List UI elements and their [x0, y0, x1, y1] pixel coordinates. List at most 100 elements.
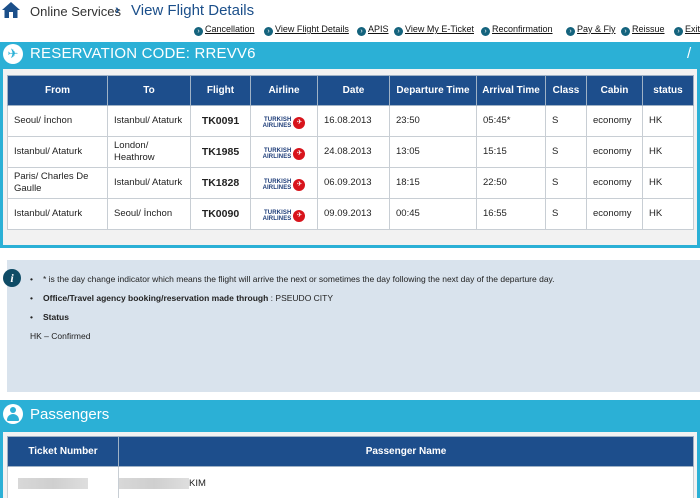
- to-cell: Seoul/ İnchon: [107, 198, 191, 230]
- turkish-airlines-logo: TURKISH AIRLINES ✈: [263, 117, 306, 130]
- passengers-header-row: Ticket Number Passenger Name: [7, 436, 694, 467]
- reservation-panel: From To Flight Airline Date Departure Ti…: [0, 66, 700, 248]
- logo-line2: AIRLINES: [262, 123, 292, 129]
- office-row: • Office/Travel agency booking/reservatio…: [30, 293, 333, 303]
- office-label: Office/Travel agency booking/reservation…: [43, 293, 269, 303]
- passenger-row: KIM: [7, 466, 694, 498]
- flight-row: Istanbul/ Ataturk London/ Heathrow TK198…: [7, 136, 694, 168]
- reservation-header: ✈ RESERVATION CODE: RREVV6 /: [0, 42, 700, 66]
- breadcrumb-online-services[interactable]: Online Services: [30, 4, 121, 19]
- user-icon: [3, 404, 23, 424]
- arrival-time-cell: 15:15: [476, 136, 546, 168]
- status-row: • Status: [30, 312, 69, 322]
- home-icon[interactable]: [0, 0, 22, 20]
- view-flight-details-link[interactable]: › View Flight Details: [264, 24, 349, 36]
- status-label: Status: [43, 312, 69, 322]
- cabin-cell: economy: [586, 198, 643, 230]
- class-cell: S: [545, 167, 587, 199]
- arrow-right-icon: ›: [264, 27, 273, 36]
- status-cell: HK: [642, 167, 694, 199]
- departure-time-cell: 13:05: [389, 136, 477, 168]
- header-end-mark: /: [687, 45, 692, 62]
- info-icon: i: [3, 269, 21, 287]
- breadcrumb-chevron-icon: ›: [115, 1, 120, 17]
- date-cell: 06.09.2013: [317, 167, 390, 199]
- arrow-right-icon: ›: [674, 27, 683, 36]
- reservation-panel-inner: From To Flight Airline Date Departure Ti…: [3, 69, 697, 245]
- apis-link[interactable]: › APIS: [357, 24, 389, 36]
- cabin-cell: economy: [586, 105, 643, 137]
- apis-link-label: APIS: [368, 24, 389, 34]
- turkish-airlines-logo: TURKISH AIRLINES ✈: [263, 210, 306, 223]
- column-header-from: From: [7, 75, 108, 106]
- airplane-icon: ✈: [3, 44, 23, 64]
- pay-and-fly-link-label: Pay & Fly: [577, 24, 616, 34]
- day-change-note: • * is the day change indicator which mea…: [30, 274, 555, 284]
- class-cell: S: [545, 198, 587, 230]
- airline-cell: TURKISH AIRLINES ✈: [250, 167, 318, 199]
- from-cell: Istanbul/ Ataturk: [7, 198, 108, 230]
- to-cell: London/ Heathrow: [107, 136, 191, 168]
- date-cell: 09.09.2013: [317, 198, 390, 230]
- status-cell: HK: [642, 198, 694, 230]
- redacted-first-name: [119, 477, 189, 489]
- airline-cell: TURKISH AIRLINES ✈: [250, 198, 318, 230]
- arrow-right-icon: ›: [394, 27, 403, 36]
- flight-number-cell: TK0090: [190, 198, 251, 230]
- column-header-passenger-name: Passenger Name: [118, 436, 694, 467]
- turkish-airlines-logo: TURKISH AIRLINES ✈: [263, 148, 306, 161]
- column-header-status: status: [642, 75, 694, 106]
- reissue-link[interactable]: › Reissue: [621, 24, 665, 36]
- bullet: •: [30, 293, 33, 303]
- view-e-ticket-link-label: View My E-Ticket: [405, 24, 475, 34]
- reconfirmation-link[interactable]: › Reconfirmation: [481, 24, 553, 36]
- action-links: › Cancellation › View Flight Details › APIS…: [0, 24, 700, 38]
- arrow-right-icon: ›: [481, 27, 490, 36]
- passenger-surname: KIM: [189, 478, 206, 489]
- airline-cell: TURKISH AIRLINES ✈: [250, 105, 318, 137]
- arrow-right-icon: ›: [357, 27, 366, 36]
- to-cell: Istanbul/ Ataturk: [107, 105, 191, 137]
- reconfirmation-link-label: Reconfirmation: [492, 24, 553, 34]
- pay-and-fly-link[interactable]: › Pay & Fly: [566, 24, 616, 36]
- cabin-cell: economy: [586, 136, 643, 168]
- from-cell: Istanbul/ Ataturk: [7, 136, 108, 168]
- info-panel: i • * is the day change indicator which m…: [3, 260, 700, 392]
- breadcrumb: Online Services › View Flight Details: [0, 0, 700, 22]
- turkish-airlines-mark-icon: ✈: [293, 148, 306, 160]
- turkish-airlines-logo: TURKISH AIRLINES ✈: [263, 179, 306, 192]
- cancellation-link[interactable]: › Cancellation: [194, 24, 255, 36]
- column-header-date: Date: [317, 75, 390, 106]
- logo-line1: TURKISH: [264, 178, 292, 185]
- departure-time-cell: 18:15: [389, 167, 477, 199]
- column-header-class: Class: [545, 75, 587, 106]
- cancellation-link-label: Cancellation: [205, 24, 255, 34]
- passengers-panel: Ticket Number Passenger Name KIM: [0, 428, 700, 498]
- class-cell: S: [545, 136, 587, 168]
- column-header-cabin: Cabin: [586, 75, 643, 106]
- turkish-airlines-mark-icon: ✈: [293, 179, 306, 191]
- passenger-name-cell: KIM: [118, 466, 694, 498]
- turkish-airlines-mark-icon: ✈: [293, 117, 306, 129]
- column-header-arrival-time: Arrival Time: [476, 75, 546, 106]
- flight-row: Paris/ Charles De Gaulle Istanbul/ Atatu…: [7, 167, 694, 199]
- flights-header-row: From To Flight Airline Date Departure Ti…: [7, 75, 694, 106]
- redacted-ticket-number: [18, 477, 88, 489]
- to-cell: Istanbul/ Ataturk: [107, 167, 191, 199]
- status-cell: HK: [642, 105, 694, 137]
- flight-row: Istanbul/ Ataturk Seoul/ İnchon TK0090 T…: [7, 198, 694, 230]
- bullet: •: [30, 312, 33, 322]
- arrow-right-icon: ›: [566, 27, 575, 36]
- column-header-flight: Flight: [190, 75, 251, 106]
- airline-cell: TURKISH AIRLINES ✈: [250, 136, 318, 168]
- from-cell: Seoul/ İnchon: [7, 105, 108, 137]
- date-cell: 16.08.2013: [317, 105, 390, 137]
- arrow-right-icon: ›: [194, 27, 203, 36]
- exit-link[interactable]: › Exit: [674, 24, 700, 36]
- passengers-title: Passengers: [30, 406, 110, 423]
- logo-line1: TURKISH: [264, 209, 292, 216]
- class-cell: S: [545, 105, 587, 137]
- view-e-ticket-link[interactable]: › View My E-Ticket: [394, 24, 474, 36]
- reservation-code: RESERVATION CODE: RREVV6: [30, 45, 256, 62]
- arrival-time-cell: 05:45*: [476, 105, 546, 137]
